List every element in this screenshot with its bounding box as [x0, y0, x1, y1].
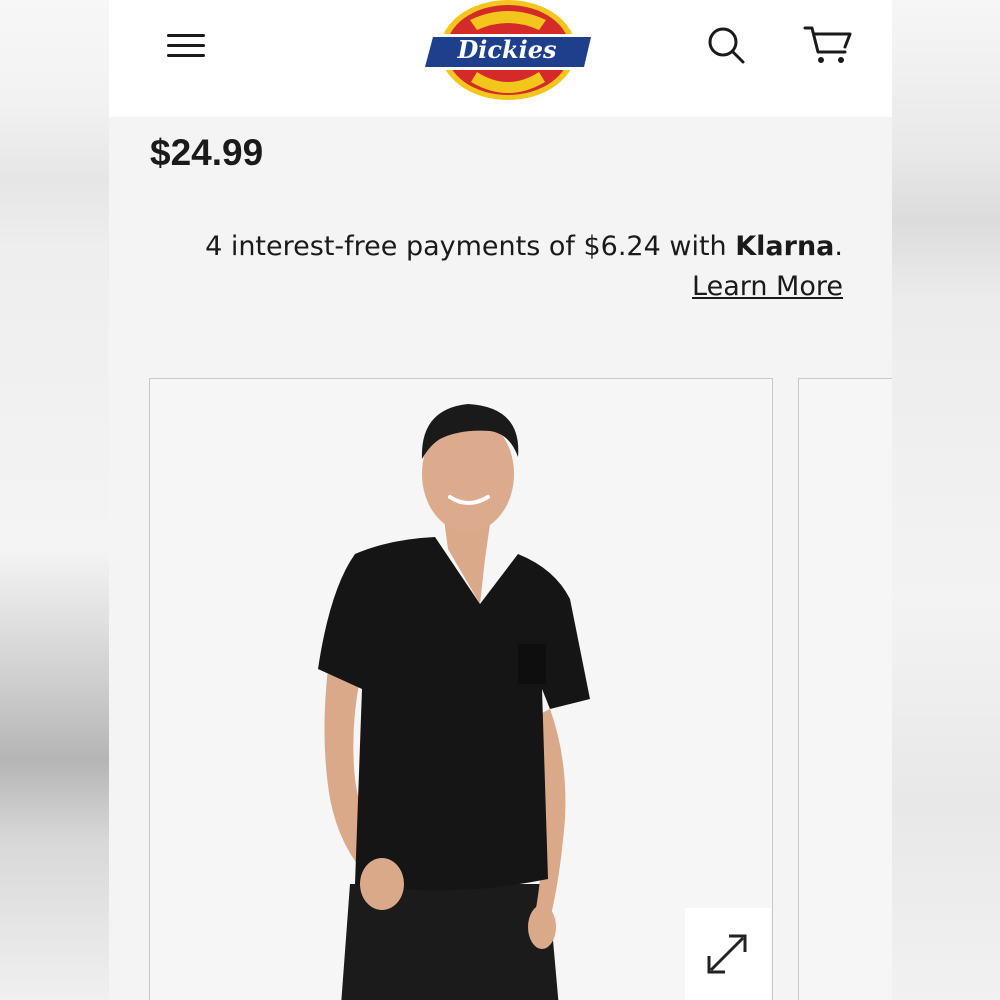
klarna-suffix: .	[834, 231, 843, 262]
expand-image-button[interactable]	[685, 908, 771, 1000]
mobile-page: Dickies $24.99 4 interest-free payments …	[109, 0, 892, 1000]
dickies-logo[interactable]: Dickies	[415, 0, 601, 102]
expand-arrows-icon	[707, 934, 747, 974]
product-price: $24.99	[150, 132, 264, 173]
shopping-cart-icon[interactable]	[803, 24, 853, 66]
blurred-backdrop-left	[0, 0, 109, 1000]
search-icon[interactable]	[706, 25, 746, 65]
learn-more-link[interactable]: Learn More	[692, 267, 843, 307]
hamburger-menu-icon[interactable]	[167, 31, 205, 59]
product-photo	[318, 404, 590, 1000]
site-header: Dickies	[109, 0, 892, 117]
blurred-backdrop-right	[892, 0, 1000, 1000]
product-image-main[interactable]	[149, 378, 773, 1000]
klarna-brand: Klarna	[735, 231, 835, 262]
klarna-text: 4 interest-free payments of $6.24 with	[205, 231, 736, 262]
logo-text: Dickies	[456, 35, 557, 64]
klarna-payment-info: 4 interest-free payments of $6.24 with K…	[205, 227, 843, 307]
product-image-next-preview[interactable]	[798, 378, 892, 1000]
